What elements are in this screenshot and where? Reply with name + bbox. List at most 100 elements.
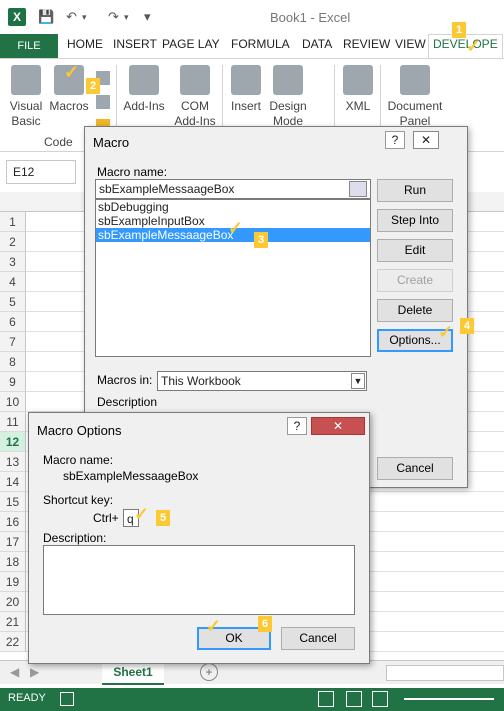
name-box[interactable]: E12 (6, 160, 76, 184)
row-header[interactable]: 19 (0, 572, 26, 592)
excel-logo-icon: X (8, 8, 26, 26)
macro-options-dialog: Macro Options ? ✕ Macro name: sbExampleM… (28, 412, 370, 664)
step-into-button[interactable]: Step Into (377, 209, 453, 232)
tab-review[interactable]: REVIEW (343, 37, 390, 51)
undo-dropdown-icon[interactable]: ▾ (82, 12, 87, 23)
shortcut-key-label: Shortcut key: (43, 493, 114, 507)
page-break-view-icon[interactable] (372, 691, 388, 707)
row-header[interactable]: 15 (0, 492, 26, 512)
sheet-tab-sheet1[interactable]: Sheet1 (102, 661, 164, 685)
run-button[interactable]: Run (377, 179, 453, 202)
new-sheet-icon[interactable]: + (200, 663, 218, 681)
gear-icon (129, 65, 159, 95)
edit-button[interactable]: Edit (377, 239, 453, 262)
horizontal-scrollbar[interactable] (386, 665, 504, 681)
description-textarea[interactable] (43, 545, 355, 615)
callout-badge: 3 (254, 232, 268, 248)
ctrl-label: Ctrl+ (93, 511, 119, 525)
macros-in-select[interactable]: This Workbook (157, 371, 367, 391)
row-header[interactable]: 18 (0, 552, 26, 572)
row-header[interactable]: 5 (0, 292, 26, 312)
macro-name-input[interactable]: sbExampleMessaageBox (95, 179, 371, 199)
help-button[interactable]: ? (385, 131, 405, 149)
document-panel-icon (400, 65, 430, 95)
redo-dropdown-icon[interactable]: ▾ (124, 12, 129, 23)
cancel-button[interactable]: Cancel (281, 627, 355, 650)
checkmark-icon: ✓ (64, 62, 80, 82)
callout-badge: 2 (86, 78, 100, 94)
row-header[interactable]: 7 (0, 332, 26, 352)
group-code-label: Code (44, 135, 73, 149)
row-header[interactable]: 2 (0, 232, 26, 252)
xml-label: XML (345, 99, 371, 113)
normal-view-icon[interactable] (318, 691, 334, 707)
macro-cancel-button[interactable]: Cancel (377, 457, 453, 480)
com-add-ins-button[interactable]: COM Add-Ins (170, 65, 220, 129)
row-header[interactable]: 11 (0, 412, 26, 432)
row-header[interactable]: 6 (0, 312, 26, 332)
delete-button[interactable]: Delete (377, 299, 453, 322)
help-button[interactable]: ? (287, 417, 307, 435)
tab-formulas[interactable]: FORMULA (231, 37, 290, 51)
status-text: READY (8, 692, 46, 704)
create-button[interactable]: Create (377, 269, 453, 292)
macros-in-label: Macros in: (97, 373, 153, 387)
xml-button[interactable]: XML (338, 65, 378, 114)
tab-file[interactable]: FILE (0, 34, 58, 58)
close-button[interactable]: ✕ (413, 131, 439, 149)
row-header[interactable]: 14 (0, 472, 26, 492)
row-header[interactable]: 1 (0, 212, 26, 232)
add-ins-button[interactable]: Add-Ins (120, 65, 168, 114)
tab-home[interactable]: HOME (67, 37, 103, 51)
tab-data[interactable]: DATA (302, 37, 332, 51)
row-header[interactable]: 10 (0, 392, 26, 412)
tab-page-layout[interactable]: PAGE LAY (162, 37, 220, 51)
visual-basic-button[interactable]: Visual Basic (4, 65, 48, 129)
callout-badge: 6 (258, 616, 272, 632)
collapse-dialog-icon[interactable] (349, 181, 367, 197)
tab-view[interactable]: VIEW (395, 37, 426, 51)
row-header[interactable]: 20 (0, 592, 26, 612)
row-header[interactable]: 16 (0, 512, 26, 532)
description-label: Description (97, 395, 158, 409)
relative-references-icon[interactable] (96, 95, 110, 109)
row-header[interactable]: 22 (0, 632, 26, 652)
row-header[interactable]: 8 (0, 352, 26, 372)
zoom-slider[interactable] (404, 698, 494, 700)
save-icon[interactable]: 💾 (38, 9, 54, 25)
description-label: Description: (43, 531, 107, 545)
design-mode-icon (273, 65, 303, 95)
row-header[interactable]: 3 (0, 252, 26, 272)
macro-name-label: Macro name: (43, 453, 114, 467)
visual-basic-icon (11, 65, 41, 95)
document-panel-button[interactable]: Document Panel (384, 65, 446, 129)
row-header[interactable]: 17 (0, 532, 26, 552)
list-item[interactable]: sbDebugging (96, 200, 370, 214)
row-header[interactable]: 9 (0, 372, 26, 392)
undo-icon[interactable]: ↶ (66, 9, 77, 25)
design-mode-button[interactable]: Design Mode (266, 65, 310, 129)
row-header[interactable]: 13 (0, 452, 26, 472)
insert-controls-button[interactable]: Insert (226, 65, 266, 114)
checkmark-icon: ✓ (134, 504, 150, 524)
chevron-down-icon[interactable]: ▼ (351, 373, 365, 389)
customize-qat-icon[interactable]: ▾ (144, 9, 151, 25)
redo-icon[interactable]: ↷ (108, 9, 119, 25)
row-header[interactable]: 21 (0, 612, 26, 632)
macros-label: Macros (49, 99, 89, 113)
com-add-ins-icon (180, 65, 210, 95)
next-sheet-icon[interactable]: ▶ (30, 665, 39, 679)
page-layout-view-icon[interactable] (346, 691, 362, 707)
close-button[interactable]: ✕ (311, 417, 365, 435)
macro-dialog-title: Macro (93, 135, 130, 150)
design-mode-label: Design Mode (269, 99, 307, 128)
checkmark-icon: ✓ (206, 616, 222, 636)
row-header[interactable]: 4 (0, 272, 26, 292)
row-header[interactable]: 12 (0, 432, 26, 452)
prev-sheet-icon[interactable]: ◀ (10, 665, 19, 679)
toolbox-icon (231, 65, 261, 95)
macro-record-status-icon[interactable] (60, 692, 74, 706)
tab-insert[interactable]: INSERT (113, 37, 157, 51)
visual-basic-label: Visual Basic (9, 99, 43, 128)
ribbon-tabs: FILE HOME INSERT PAGE LAY FORMULA DATA R… (0, 34, 504, 58)
